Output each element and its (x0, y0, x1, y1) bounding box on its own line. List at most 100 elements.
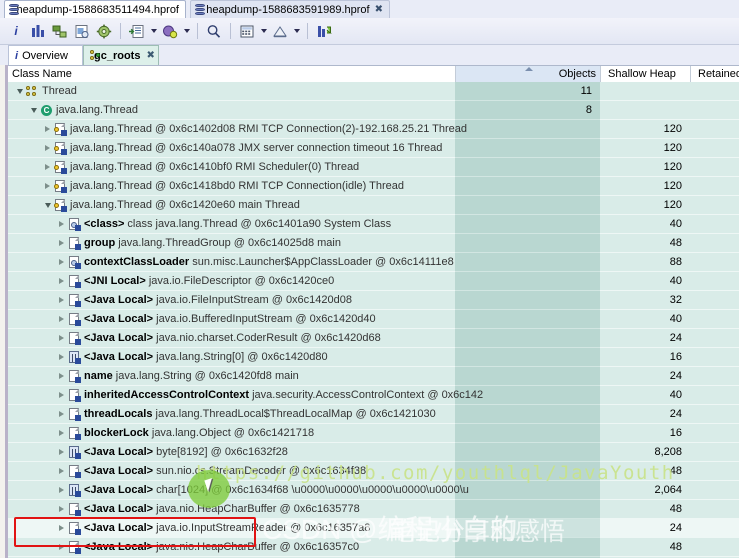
table-row[interactable]: blockerLock java.lang.Object @ 0x6c14217… (0, 424, 739, 443)
row-objects-value (455, 196, 600, 214)
expand-toggle-icon[interactable] (56, 253, 67, 271)
histogram-icon[interactable] (28, 21, 48, 41)
row-retained-cell-bg (690, 196, 739, 215)
inspector-icon[interactable] (160, 21, 180, 41)
expand-toggle-icon[interactable] (56, 272, 67, 290)
expand-toggle-icon[interactable] (56, 405, 67, 423)
table-row[interactable]: group java.lang.ThreadGroup @ 0x6c14025d… (0, 234, 739, 253)
expand-toggle-icon[interactable] (56, 519, 67, 537)
row-shallow-value: 16 (669, 427, 682, 439)
class-icon: C (39, 103, 53, 117)
table-row[interactable]: inheritedAccessControlContext java.secur… (0, 386, 739, 405)
calculator-dropdown-arrow[interactable] (259, 21, 268, 41)
info-icon[interactable]: i (6, 21, 26, 41)
export-dropdown-arrow[interactable] (292, 21, 301, 41)
table-row[interactable]: <Java Local> java.io.InputStreamReader @… (0, 519, 739, 538)
editor-tab-1[interactable]: heapdump-1588683591989.hprof ✖ (190, 0, 390, 18)
row-label: group java.lang.ThreadGroup @ 0x6c14025d… (84, 237, 341, 249)
oql-dropdown-arrow[interactable] (149, 21, 158, 41)
table-row[interactable]: Cjava.lang.Thread 8 (0, 101, 739, 120)
expand-toggle-icon[interactable] (42, 177, 53, 195)
oql-icon[interactable] (127, 21, 147, 41)
table-row[interactable]: <Java Local> java.io.BufferedInputStream… (0, 310, 739, 329)
table-row[interactable]: <Java Local> byte[8192] @ 0x6c1632f28 8,… (0, 443, 739, 462)
expand-toggle-icon[interactable] (56, 462, 67, 480)
table-row[interactable]: java.lang.Thread @ 0x6c1420e60 main Thre… (0, 196, 739, 215)
row-retained-cell-bg (690, 538, 739, 557)
inspector-dropdown-arrow[interactable] (182, 21, 191, 41)
row-shallow-value: 120 (663, 199, 682, 211)
table-row[interactable]: <Java Local> java.nio.HeapCharBuffer @ 0… (0, 500, 739, 519)
column-header-retained-heap[interactable]: Retained (694, 66, 739, 82)
column-header-class-name[interactable]: Class Name (8, 66, 455, 82)
array-icon (67, 483, 81, 497)
expand-toggle-icon[interactable] (56, 310, 67, 328)
close-icon[interactable]: ✖ (375, 4, 383, 15)
table-row[interactable]: java.lang.Thread @ 0x6c140a078 JMX serve… (0, 139, 739, 158)
sort-ascending-icon (525, 67, 533, 71)
table-row[interactable]: <Java Local> java.nio.charset.CoderResul… (0, 329, 739, 348)
expand-toggle-icon[interactable] (42, 158, 53, 176)
editor-tab-0[interactable]: heapdump-1588683511494.hprof (4, 0, 186, 18)
table-row[interactable]: contextClassLoader sun.misc.Launcher$App… (0, 253, 739, 272)
table-row[interactable]: <class> class java.lang.Thread @ 0x6c140… (0, 215, 739, 234)
column-header-shallow-heap[interactable]: Shallow Heap (604, 66, 690, 82)
row-objects-value (455, 481, 600, 499)
histogram-glyph (32, 24, 44, 37)
expand-toggle-icon[interactable] (56, 367, 67, 385)
instance-icon (67, 369, 81, 383)
expand-toggle-icon[interactable] (56, 538, 67, 556)
table-row[interactable]: threadLocals java.lang.ThreadLocal$Threa… (0, 405, 739, 424)
row-objects-value (455, 443, 600, 461)
report-icon[interactable] (72, 21, 92, 41)
table-row[interactable]: java.lang.Thread @ 0x6c1410bf0 RMI Sched… (0, 158, 739, 177)
table-row[interactable]: Thread 11 (0, 82, 739, 101)
expand-toggle-icon[interactable] (56, 500, 67, 518)
close-icon[interactable]: ✖ (146, 50, 154, 61)
dominator-tree-icon[interactable] (50, 21, 70, 41)
row-retained-cell-bg (690, 253, 739, 272)
expand-toggle-icon[interactable] (28, 101, 39, 119)
heapdump-icon (195, 3, 205, 16)
expand-toggle-icon[interactable] (42, 139, 53, 157)
table-row[interactable]: <Java Local> sun.nio.cs.StreamDecoder @ … (0, 462, 739, 481)
compare-icon[interactable] (314, 21, 334, 41)
row-retained-cell-bg (690, 443, 739, 462)
tab-gc-roots[interactable]: gc_roots ✖ (83, 45, 159, 65)
export-icon[interactable] (270, 21, 290, 41)
table-rows: Thread 11 Cjava.lang.Thread 8 java.lang.Thre… (0, 82, 739, 558)
expand-toggle-icon[interactable] (42, 120, 53, 138)
instance-icon (67, 274, 81, 288)
search-icon[interactable] (204, 21, 224, 41)
table-row[interactable]: java.lang.Thread @ 0x6c1402d08 RMI TCP C… (0, 120, 739, 139)
row-retained-cell-bg (690, 500, 739, 519)
expand-toggle-icon[interactable] (56, 443, 67, 461)
row-objects-value (455, 500, 600, 518)
row-shallow-value: 40 (669, 313, 682, 325)
row-label: java.lang.Thread @ 0x6c1420e60 main Thre… (70, 199, 300, 211)
table-row[interactable]: name java.lang.String @ 0x6c1420fd8 main… (0, 367, 739, 386)
table-row[interactable]: java.lang.Thread @ 0x6c1418bd0 RMI TCP C… (0, 177, 739, 196)
table-row[interactable]: <Java Local> char[1024] @ 0x6c1634f68 \u… (0, 481, 739, 500)
expand-toggle-icon[interactable] (56, 348, 67, 366)
expand-toggle-icon[interactable] (56, 424, 67, 442)
table-row[interactable]: <Java Local> java.io.FileInputStream @ 0… (0, 291, 739, 310)
table-row[interactable]: <JNI Local> java.io.FileDescriptor @ 0x6… (0, 272, 739, 291)
expand-toggle-icon[interactable] (56, 234, 67, 252)
expand-toggle-icon[interactable] (14, 82, 25, 100)
row-retained-cell-bg (690, 424, 739, 443)
expand-toggle-icon[interactable] (56, 481, 67, 499)
expand-toggle-icon[interactable] (56, 386, 67, 404)
row-objects-value: 11 (580, 85, 592, 97)
expand-toggle-icon[interactable] (56, 215, 67, 233)
row-retained-cell-bg (690, 519, 739, 538)
expand-toggle-icon[interactable] (56, 329, 67, 347)
calculator-icon[interactable] (237, 21, 257, 41)
table-row[interactable]: <Java Local> java.nio.HeapCharBuffer @ 0… (0, 538, 739, 557)
inspect-glyph (163, 25, 178, 38)
tab-overview[interactable]: i Overview (8, 45, 83, 65)
expand-toggle-icon[interactable] (42, 196, 53, 214)
expand-toggle-icon[interactable] (56, 291, 67, 309)
leak-suspects-gear-icon[interactable] (94, 21, 114, 41)
table-row[interactable]: <Java Local> java.lang.String[0] @ 0x6c1… (0, 348, 739, 367)
